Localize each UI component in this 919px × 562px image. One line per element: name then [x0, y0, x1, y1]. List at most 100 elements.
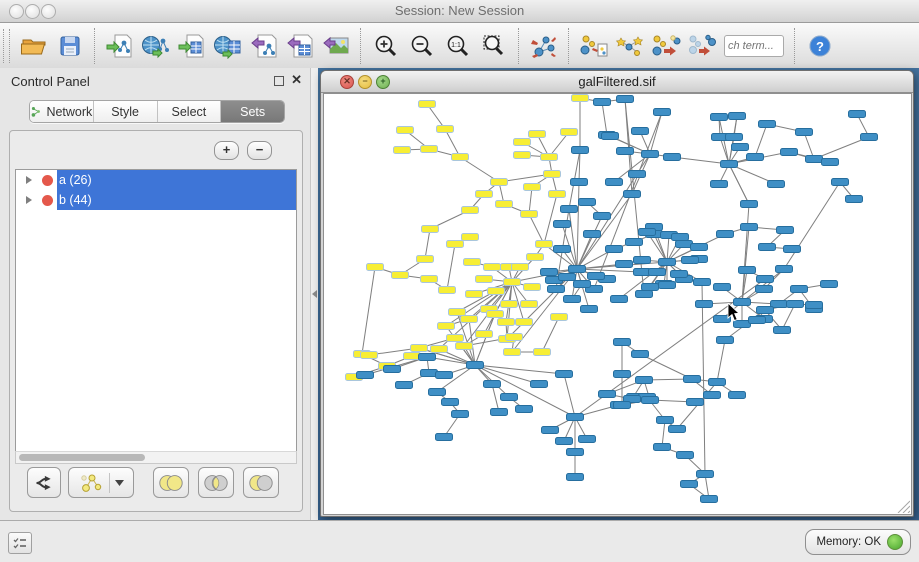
scrollbar-thumb[interactable]: [19, 454, 145, 461]
graph-node[interactable]: [749, 317, 766, 324]
graph-node[interactable]: [411, 345, 428, 352]
union-button[interactable]: [153, 467, 189, 498]
tab-sets[interactable]: Sets: [221, 101, 284, 122]
expander-icon[interactable]: [26, 196, 32, 204]
graph-node[interactable]: [421, 276, 438, 283]
graph-node[interactable]: [654, 444, 671, 451]
graph-node[interactable]: [548, 286, 565, 293]
close-panel-icon[interactable]: ✕: [291, 72, 302, 88]
graph-node[interactable]: [741, 224, 758, 231]
graph-node[interactable]: [556, 371, 573, 378]
graph-node[interactable]: [669, 426, 686, 433]
save-session-button[interactable]: [52, 28, 88, 64]
expander-icon[interactable]: [26, 176, 32, 184]
graph-node[interactable]: [664, 154, 681, 161]
graph-node[interactable]: [776, 266, 793, 273]
graph-node[interactable]: [536, 241, 553, 248]
graph-node[interactable]: [672, 234, 689, 241]
set-row[interactable]: a (26): [16, 170, 296, 190]
network-frame-titlebar[interactable]: ✕ − + galFiltered.sif: [321, 71, 913, 93]
graph-node[interactable]: [861, 134, 878, 141]
graph-node[interactable]: [757, 276, 774, 283]
graph-node[interactable]: [606, 179, 623, 186]
graph-node[interactable]: [614, 402, 631, 409]
graph-node[interactable]: [781, 149, 798, 156]
graph-node[interactable]: [821, 281, 838, 288]
graph-node[interactable]: [421, 370, 438, 377]
graph-node[interactable]: [721, 161, 738, 168]
graph-node[interactable]: [649, 269, 666, 276]
network-frame[interactable]: ✕ − + galFiltered.sif: [320, 70, 914, 517]
graph-node[interactable]: [439, 287, 456, 294]
graph-node[interactable]: [626, 239, 643, 246]
graph-node[interactable]: [544, 171, 561, 178]
graph-node[interactable]: [636, 291, 653, 298]
memory-status-button[interactable]: Memory: OK: [805, 529, 911, 555]
graph-node[interactable]: [579, 199, 596, 206]
graph-node[interactable]: [726, 134, 743, 141]
difference-button[interactable]: [243, 467, 279, 498]
graph-node[interactable]: [711, 181, 728, 188]
export-image-button[interactable]: [318, 28, 354, 64]
graph-node[interactable]: [594, 213, 611, 220]
graph-node[interactable]: [516, 406, 533, 413]
graph-node[interactable]: [791, 286, 808, 293]
graph-node[interactable]: [437, 126, 454, 133]
graph-node[interactable]: [501, 394, 518, 401]
graph-node[interactable]: [572, 147, 589, 154]
graph-node[interactable]: [476, 331, 493, 338]
graph-node[interactable]: [784, 246, 801, 253]
graph-node[interactable]: [567, 449, 584, 456]
graph-node[interactable]: [584, 231, 601, 238]
graph-node[interactable]: [367, 264, 384, 271]
graph-node[interactable]: [442, 399, 459, 406]
graph-node[interactable]: [551, 314, 568, 321]
graph-node[interactable]: [602, 133, 619, 140]
graph-node[interactable]: [572, 95, 589, 102]
graph-node[interactable]: [606, 246, 623, 253]
graph-node[interactable]: [447, 241, 464, 248]
graph-node[interactable]: [527, 254, 544, 261]
graph-node[interactable]: [476, 191, 493, 198]
graph-node[interactable]: [501, 301, 518, 308]
export-table-button[interactable]: [282, 28, 318, 64]
graph-node[interactable]: [787, 301, 804, 308]
graph-node[interactable]: [757, 307, 774, 314]
new-network-from-selection-button[interactable]: [576, 28, 612, 64]
graph-node[interactable]: [521, 211, 538, 218]
graph-node[interactable]: [759, 244, 776, 251]
graph-node[interactable]: [421, 146, 438, 153]
toolbar-drag-handle[interactable]: [3, 29, 10, 63]
intersection-button[interactable]: [198, 467, 234, 498]
graph-node[interactable]: [461, 316, 478, 323]
import-network-file-button[interactable]: [102, 28, 138, 64]
set-row[interactable]: b (44): [16, 190, 296, 210]
graph-node[interactable]: [561, 206, 578, 213]
graph-node[interactable]: [462, 234, 479, 241]
graph-node[interactable]: [476, 276, 493, 283]
graph-node[interactable]: [436, 434, 453, 441]
import-network-url-button[interactable]: [138, 28, 174, 64]
graph-node[interactable]: [739, 267, 756, 274]
graph-node[interactable]: [394, 147, 411, 154]
zoom-actual-size-button[interactable]: 1:1: [440, 28, 476, 64]
graph-node[interactable]: [542, 427, 559, 434]
graph-node[interactable]: [616, 261, 633, 268]
graph-node[interactable]: [599, 391, 616, 398]
graph-node[interactable]: [559, 274, 576, 281]
graph-node[interactable]: [732, 144, 749, 151]
tab-select[interactable]: Select: [158, 101, 222, 122]
remove-set-button[interactable]: −: [247, 141, 272, 160]
graph-node[interactable]: [588, 273, 605, 280]
graph-node[interactable]: [491, 409, 508, 416]
graph-node[interactable]: [747, 154, 764, 161]
graph-node[interactable]: [756, 286, 773, 293]
graph-node[interactable]: [611, 296, 628, 303]
graph-node[interactable]: [774, 327, 791, 334]
graph-node[interactable]: [711, 114, 728, 121]
graph-node[interactable]: [488, 288, 505, 295]
graph-node[interactable]: [449, 309, 466, 316]
graph-node[interactable]: [567, 414, 584, 421]
graph-node[interactable]: [541, 154, 558, 161]
graph-node[interactable]: [561, 129, 578, 136]
